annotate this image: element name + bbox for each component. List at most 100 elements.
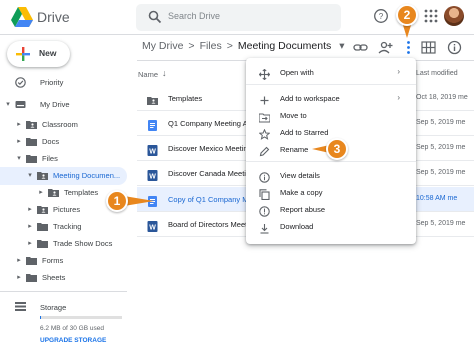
folder-icon — [26, 255, 37, 266]
search-input[interactable]: Search Drive — [168, 11, 220, 21]
sidebar-item-label: Meeting Documen... — [53, 171, 121, 180]
google-doc-icon — [147, 118, 158, 131]
storage-icon — [15, 302, 26, 311]
drive-logo[interactable] — [11, 7, 33, 27]
folder-icon — [26, 272, 37, 283]
caret-down-icon[interactable]: ▾ — [4, 101, 12, 109]
sidebar-item-label: Templates — [64, 188, 99, 197]
chevron-down-icon[interactable]: ▾ — [339, 40, 344, 52]
shared-folder-icon — [37, 204, 48, 215]
file-name: Discover Mexico Meeting — [168, 144, 252, 153]
pencil-icon — [259, 144, 270, 157]
sidebar-item-tracking[interactable]: ▸ Tracking — [0, 218, 127, 236]
word-doc-icon: W — [147, 219, 158, 232]
sidebar-item-my-drive[interactable]: ▾ My Drive — [0, 96, 127, 114]
sidebar-item-meeting-documen[interactable]: ▾ Meeting Documen... — [0, 167, 127, 185]
caret-down-icon[interactable]: ▾ — [15, 155, 23, 163]
file-name: Board of Directors Meeting — [168, 220, 258, 229]
menu-item-view-details[interactable]: View details — [246, 167, 416, 184]
search-icon[interactable] — [148, 10, 162, 24]
upgrade-storage-link[interactable]: UPGRADE STORAGE — [40, 337, 106, 344]
menu-item-label: Move to — [280, 111, 307, 120]
shared-folder-icon — [37, 170, 48, 181]
menu-divider — [246, 84, 416, 85]
breadcrumb: My Drive > Files > Meeting Documents ▾ — [142, 40, 349, 52]
grid-view-icon[interactable] — [421, 40, 436, 55]
chevron-right-icon: › — [397, 93, 400, 102]
info-icon — [259, 170, 270, 183]
caret-right-icon[interactable]: ▸ — [15, 121, 23, 129]
sidebar-item-label: Sheets — [42, 273, 66, 282]
last-modified-column-header[interactable]: Last modified — [416, 70, 458, 77]
sidebar-item-forms[interactable]: ▸ Forms — [0, 252, 127, 270]
share-icon[interactable] — [378, 40, 393, 55]
menu-item-add-to-workspace[interactable]: Add to workspace › — [246, 90, 416, 107]
info-icon[interactable] — [447, 40, 462, 55]
caret-right-icon[interactable]: ▸ — [37, 189, 45, 197]
sidebar-item-label: Files — [42, 154, 58, 163]
word-doc-icon: W — [147, 168, 158, 181]
chevron-right-icon: › — [397, 67, 400, 76]
move-icon — [258, 110, 271, 123]
plus-icon — [259, 93, 270, 105]
search-box[interactable]: Search Drive — [136, 4, 341, 31]
sidebar-divider — [0, 291, 127, 292]
caret-right-icon[interactable]: ▸ — [15, 274, 23, 282]
shared-folder-icon — [48, 187, 59, 198]
callout-pointer — [124, 196, 154, 206]
storage-usage-text: 6.2 MB of 30 GB used — [40, 325, 104, 332]
svg-text:?: ? — [379, 12, 384, 21]
name-column-header[interactable]: Name — [138, 70, 158, 79]
folder-icon — [37, 221, 48, 232]
menu-divider — [246, 161, 416, 162]
file-last-modified: Oct 18, 2019 me — [416, 94, 468, 101]
sidebar-item-label: Priority — [40, 78, 64, 87]
breadcrumb-files[interactable]: Files — [200, 40, 222, 52]
report-icon — [259, 204, 270, 217]
folder-icon — [37, 238, 48, 249]
sidebar-item-files[interactable]: ▾ Files — [0, 150, 127, 168]
caret-right-icon[interactable]: ▸ — [15, 138, 23, 146]
menu-item-label: Download — [280, 222, 314, 231]
breadcrumb-separator: > — [226, 40, 233, 52]
file-name: Q1 Company Meeting Ag — [168, 119, 252, 128]
menu-item-label: Add to Starred — [280, 128, 329, 137]
breadcrumb-my-drive[interactable]: My Drive — [142, 40, 183, 52]
caret-right-icon[interactable]: ▸ — [15, 257, 23, 265]
sidebar-item-label: Docs — [42, 137, 60, 146]
callout-2: 2 — [396, 4, 418, 26]
more-actions-icon[interactable] — [401, 40, 416, 55]
menu-item-label: Report abuse — [280, 205, 326, 214]
sidebar-item-classroom[interactable]: ▸ Classroom — [0, 116, 127, 134]
breadcrumb-meeting-documents[interactable]: Meeting Documents — [238, 40, 331, 52]
new-button[interactable]: New — [7, 41, 70, 67]
storage-bar — [40, 316, 122, 319]
caret-right-icon[interactable]: ▸ — [26, 223, 34, 231]
help-icon[interactable]: ? — [373, 8, 389, 24]
menu-item-make-a-copy[interactable]: Make a copy — [246, 184, 416, 201]
caret-right-icon[interactable]: ▸ — [26, 240, 34, 248]
menu-item-open-with[interactable]: Open with › — [246, 64, 416, 81]
menu-item-download[interactable]: Download — [246, 218, 416, 235]
file-last-modified: Sep 5, 2019 me — [416, 119, 466, 126]
sidebar-item-label: Trade Show Docs — [53, 239, 113, 248]
caret-right-icon[interactable]: ▸ — [26, 206, 34, 214]
menu-item-move-to[interactable]: Move to — [246, 107, 416, 124]
sidebar-item-label: Pictures — [53, 205, 81, 214]
sort-arrow-icon[interactable]: ↓ — [162, 68, 167, 78]
link-icon[interactable] — [353, 40, 368, 55]
menu-item-report-abuse[interactable]: Report abuse — [246, 201, 416, 218]
shared-folder-icon — [26, 119, 37, 130]
sidebar-item-sheets[interactable]: ▸ Sheets — [0, 269, 127, 287]
caret-down-icon[interactable]: ▾ — [26, 172, 34, 180]
sidebar-item-trade-show-docs[interactable]: ▸ Trade Show Docs — [0, 235, 127, 253]
file-last-modified: Sep 5, 2019 me — [416, 220, 466, 227]
storage-label[interactable]: Storage — [40, 303, 66, 312]
sidebar-item-priority[interactable]: Priority — [0, 74, 127, 92]
menu-item-label: View details — [280, 171, 320, 180]
avatar[interactable] — [444, 6, 464, 26]
apps-icon[interactable] — [423, 8, 439, 24]
file-name: Templates — [168, 94, 203, 103]
callout-1: 1 — [106, 190, 128, 212]
sidebar-item-docs[interactable]: ▸ Docs — [0, 133, 127, 151]
